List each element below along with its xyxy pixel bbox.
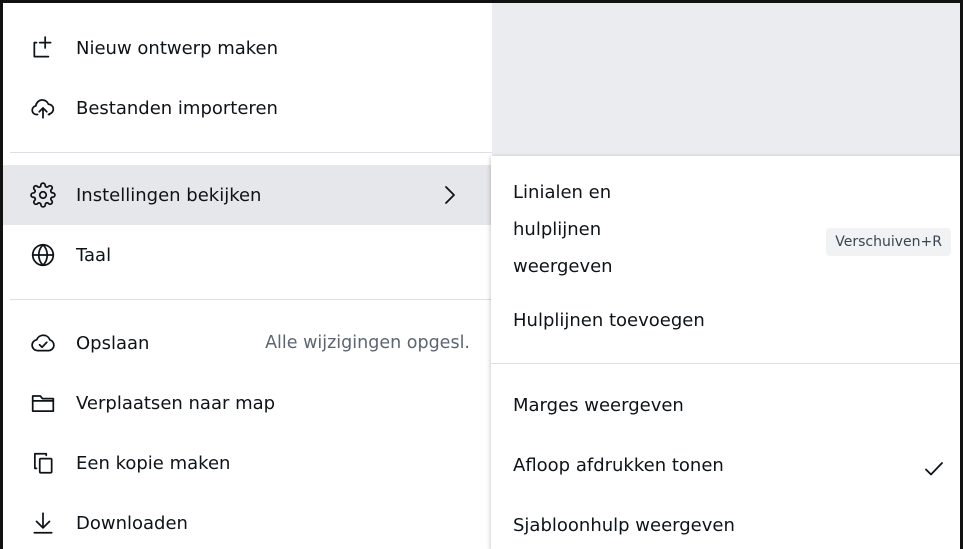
menu-item-label: Bestanden importeren — [76, 97, 278, 119]
gear-icon — [30, 182, 56, 208]
menu-item-import-files[interactable]: Bestanden importeren — [0, 78, 492, 138]
menu-item-make-copy[interactable]: Een kopie maken — [0, 433, 492, 493]
copy-icon — [30, 450, 56, 476]
save-status-text: Alle wijzigingen opgesl. — [265, 333, 470, 353]
menu-item-download[interactable]: Downloaden — [0, 493, 492, 549]
menu-item-move-to-folder[interactable]: Verplaatsen naar map — [0, 373, 492, 433]
folder-icon — [30, 390, 56, 416]
submenu-item-show-template-help[interactable]: Sjabloonhulp weergeven — [491, 506, 963, 546]
menu-item-label: Downloaden — [76, 512, 188, 534]
keyboard-shortcut-badge: Verschuiven+R — [826, 228, 951, 256]
file-menu: Nieuw ontwerp maken Bestanden importeren… — [0, 0, 492, 549]
menu-item-label: Nieuw ontwerp maken — [76, 37, 279, 59]
submenu-divider — [491, 363, 963, 364]
cloud-upload-icon — [30, 95, 56, 121]
submenu-item-show-rulers-guides[interactable]: Linialen en hulplijnen weergeven Verschu… — [491, 174, 963, 286]
menu-item-new-design[interactable]: Nieuw ontwerp maken — [0, 18, 492, 78]
cloud-check-icon — [30, 330, 56, 356]
menu-item-label: Een kopie maken — [76, 452, 231, 474]
menu-item-label: Verplaatsen naar map — [76, 392, 276, 414]
menu-item-label: Taal — [76, 244, 112, 266]
submenu-item-label: Linialen en — [513, 182, 612, 203]
menu-item-view-settings[interactable]: Instellingen bekijken — [0, 165, 492, 225]
submenu-item-show-print-bleed[interactable]: Afloop afdrukken tonen — [491, 446, 963, 486]
new-design-icon — [30, 35, 56, 61]
submenu-item-label: Sjabloonhulp weergeven — [513, 515, 735, 536]
download-icon — [30, 510, 56, 536]
submenu-item-label: Hulplijnen toevoegen — [513, 310, 705, 331]
menu-item-label: Opslaan — [76, 332, 150, 354]
submenu-item-label: Afloop afdrukken tonen — [513, 455, 724, 476]
menu-divider — [10, 299, 492, 300]
globe-icon — [30, 242, 56, 268]
menu-item-language[interactable]: Taal — [0, 225, 492, 285]
checkmark-icon — [923, 455, 945, 477]
submenu-item-label: Marges weergeven — [513, 395, 684, 416]
submenu-item-add-guides[interactable]: Hulplijnen toevoegen — [491, 301, 963, 341]
menu-item-save[interactable]: Opslaan Alle wijzigingen opgesl. — [0, 313, 492, 373]
chevron-right-icon — [440, 183, 460, 207]
view-settings-submenu: Linialen en hulplijnen weergeven Verschu… — [491, 156, 963, 549]
menu-item-label: Instellingen bekijken — [76, 184, 262, 206]
submenu-item-show-margins[interactable]: Marges weergeven — [491, 386, 963, 426]
menu-divider — [10, 152, 492, 153]
